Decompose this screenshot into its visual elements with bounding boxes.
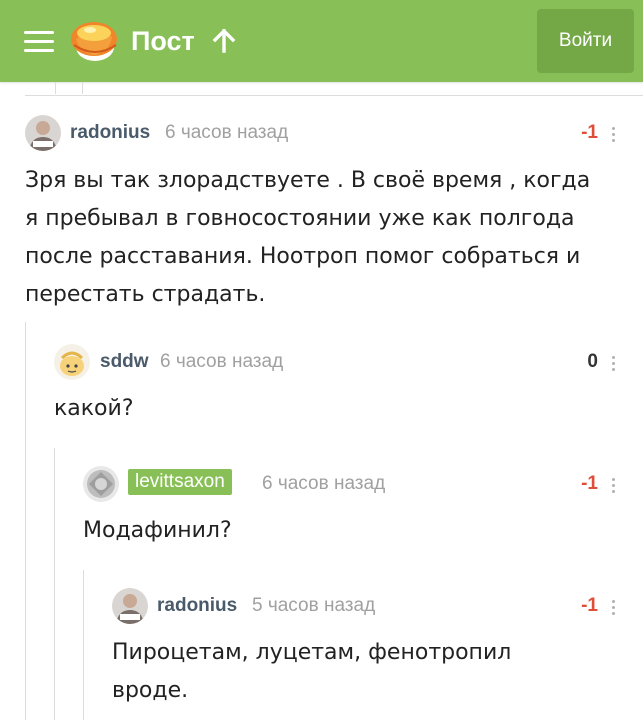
comment-rating: -1 [581,595,598,616]
comment-username[interactable]: radonius [70,122,150,144]
user-avatar[interactable] [54,344,90,380]
author-username-badge[interactable]: levittsaxon [128,469,232,495]
user-avatar[interactable] [112,588,148,624]
user-photo-avatar-icon [25,115,61,151]
page-title[interactable]: Пост [131,25,195,57]
thread-line [82,82,83,94]
comment-text: Пироцетам, луцетам, фенотропил вроде. [112,640,512,703]
thread-line [83,570,84,720]
top-app-bar: Пост Войти [0,0,643,82]
more-options-icon[interactable] [609,598,619,618]
comment-rating: 0 [587,351,598,372]
user-avatar[interactable] [83,466,119,502]
more-options-icon[interactable] [609,476,619,496]
thread-divider [25,95,643,96]
comment-timestamp[interactable]: 6 часов назад [262,473,385,495]
more-options-icon[interactable] [609,125,619,145]
comment-username[interactable]: sddw [100,351,149,373]
comment-timestamp[interactable]: 6 часов назад [160,351,283,373]
comment-text: Зря вы так злорадствуете . В своё время … [25,168,591,307]
pikabu-logo-icon[interactable] [70,15,120,63]
comment-rating: -1 [581,473,598,494]
comment-text: какой? [54,396,134,421]
user-photo-avatar-icon [112,588,148,624]
comment-timestamp[interactable]: 5 часов назад [252,595,375,617]
thread-line [55,82,56,94]
hamburger-menu-icon[interactable] [24,29,54,53]
comment-rating: -1 [581,122,598,143]
more-options-icon[interactable] [609,354,619,374]
login-button[interactable]: Войти [537,9,634,73]
arrow-up-icon[interactable] [212,28,236,54]
comment-text: Модафинил? [83,518,232,543]
gray-badge-avatar-icon [83,466,119,502]
thread-line [25,322,26,720]
comment-username[interactable]: radonius [157,595,237,617]
thread-line [54,448,55,720]
comment-timestamp[interactable]: 6 часов назад [165,122,288,144]
drawn-face-avatar-icon [54,344,90,380]
user-avatar[interactable] [25,115,61,151]
